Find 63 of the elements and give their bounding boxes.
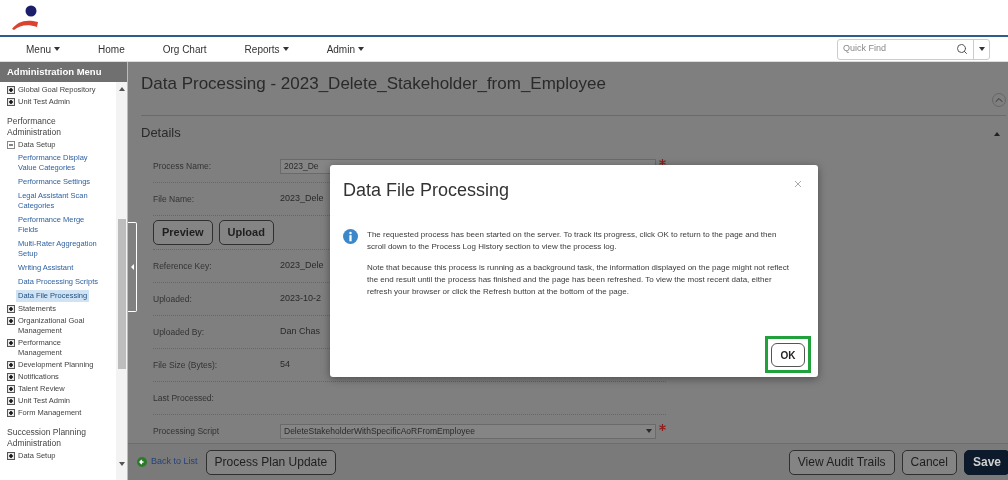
dialog-message: Note that because this process is running as a background task, the information displayed on the page might not reflect the end result until the process has finished and the page has been refreshed. To view the most recent data, either refresh your browser or click the Refresh button at the bottom of the page. [367,262,791,298]
expand-icon[interactable] [7,361,15,369]
field-label: Last Processed: [153,391,215,405]
caret-down-icon [282,47,289,51]
field-value: Dan Chas [280,325,321,339]
field-value: 2023-10-2 [280,292,322,306]
expand-icon[interactable] [7,305,15,313]
search-icon[interactable] [956,43,968,55]
field-label: Processing Script [153,424,221,438]
scrollbar[interactable] [116,82,127,480]
ok-button[interactable]: OK [771,343,805,367]
field-label: Uploaded: [153,292,193,306]
expand-icon[interactable] [7,452,15,460]
quick-find-field[interactable]: Quick Find [838,39,956,59]
select-field[interactable]: DeleteStakeholderWithSpecificAoRFromEmployee [280,423,656,439]
nav-item[interactable]: Menu [0,41,76,57]
search-box[interactable]: Quick Find [837,38,990,60]
sidebar-section-title: Succession Planning Administration [6,427,87,449]
caret-down-icon [54,47,60,51]
sidebar-section-title: Performance Administration [6,116,62,138]
info-icon [343,229,358,244]
caret-up-icon [118,87,125,91]
dialog-title: Data File Processing [343,179,510,202]
sidebar-toggle[interactable] [128,222,137,312]
caret-left-icon [130,264,134,270]
action-button[interactable]: Upload [218,220,274,245]
action-button[interactable]: View Audit Trails [788,449,895,475]
nav-item[interactable]: Admin [310,41,380,57]
field-label: File Name: [153,192,196,206]
nav-item[interactable]: Org Chart [146,41,223,57]
caret-down-icon [358,47,364,51]
expand-icon[interactable] [7,409,15,417]
field-value: 54 [280,358,290,372]
collapse-icon[interactable] [7,141,15,149]
expand-icon[interactable] [7,86,15,94]
caret-down-icon [978,47,985,51]
action-button[interactable]: Preview [153,220,213,245]
logo-icon [10,4,40,31]
section-title: Details [141,124,181,143]
field-label: Reference Key: [153,259,213,273]
expand-icon[interactable] [7,98,15,106]
expand-icon[interactable] [7,317,15,325]
caret-down-icon [646,429,652,434]
back-arrow-icon [137,457,147,467]
page-title: Data Processing - 2023_Delete_Stakeholder_from_Employee [141,72,606,95]
action-button[interactable]: Process Plan Update [205,449,337,475]
save-button[interactable]: Save [963,449,1008,475]
nav-item[interactable]: Reports [228,41,305,57]
nav-item[interactable]: Home [82,41,141,57]
expand-icon[interactable] [7,385,15,393]
caret-down-icon [118,461,125,466]
field-label: Process Name: [153,159,213,173]
field-value: 2023_Dele [280,192,324,206]
expand-icon[interactable] [7,397,15,405]
field-label: Uploaded By: [153,325,206,339]
sidebar-header: Administration Menu [0,62,127,82]
dialog-message: The requested process has been started on the server. To track its progress, click OK to return to the page and then scroll down to the Process Log History section to view the process log. [367,229,778,253]
expand-icon[interactable] [7,339,15,347]
field-value: 2023_Dele [280,259,324,273]
field-label: File Size (Bytes): [153,358,219,372]
caret-up-icon [994,131,1000,136]
action-button[interactable]: Cancel [901,449,957,475]
expand-icon[interactable] [7,373,15,381]
